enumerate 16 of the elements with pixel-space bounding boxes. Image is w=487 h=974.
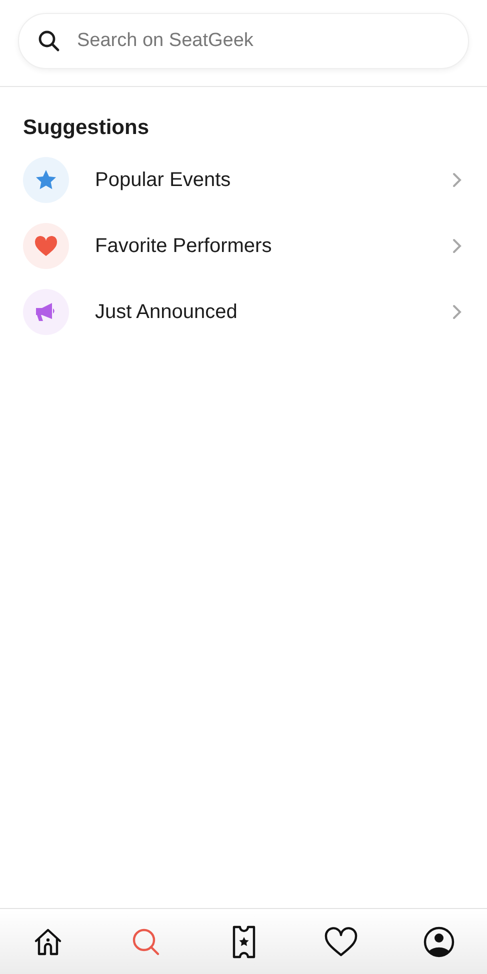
heart-icon <box>34 234 58 256</box>
search-icon <box>37 29 61 53</box>
account-icon <box>423 926 455 958</box>
heart-icon <box>324 926 358 956</box>
suggestion-item[interactable]: Popular Events <box>23 156 464 202</box>
section-heading: Suggestions <box>23 115 150 141</box>
suggestion-label: Just Announced <box>95 300 238 324</box>
suggestion-label: Favorite Performers <box>95 234 273 258</box>
chevron-icon <box>452 304 462 320</box>
chevron-icon <box>452 172 462 188</box>
suggestion-item[interactable]: Favorite Performers <box>23 222 464 268</box>
chevron-icon <box>452 238 462 254</box>
star-icon <box>34 168 58 192</box>
suggestion-label: Popular Events <box>95 168 232 192</box>
suggestion-item[interactable]: Just Announced <box>23 288 464 334</box>
search-field[interactable]: Search on SeatGeek <box>18 13 469 69</box>
